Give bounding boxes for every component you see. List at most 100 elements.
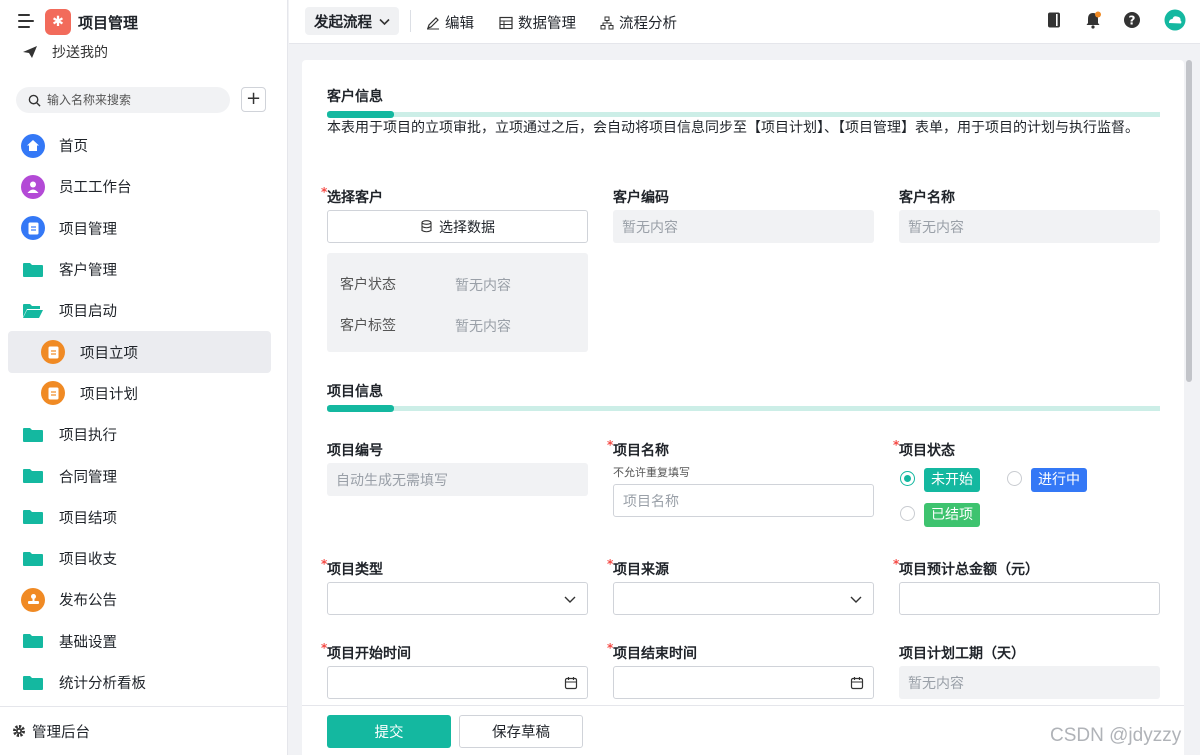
sidebar-item-project-start[interactable]: 项目启动 [0,290,288,331]
project-end-date-picker[interactable] [613,666,874,699]
status-radio-in-progress[interactable] [1007,471,1022,486]
add-button[interactable]: + [241,87,266,112]
calendar-icon [850,677,864,690]
flow-analysis-label: 流程分析 [619,16,677,32]
sidebar-item-home[interactable]: 首页 [0,125,288,166]
submit-button[interactable]: 提交 [327,715,451,748]
app-title: 项目管理 [78,14,139,32]
customer-code-field: 暂无内容 [613,210,874,243]
sidebar-item-label: 项目计划 [80,386,138,403]
cc-me-label: 抄送我的 [52,45,108,61]
project-source-label: * 项目来源 [607,557,669,578]
menu-toggle-icon[interactable] [18,14,34,28]
save-draft-button[interactable]: 保存草稿 [459,715,583,748]
sidebar-item-label: 项目启动 [59,304,117,321]
project-number-field: 自动生成无需填写 [327,463,588,496]
sidebar-item-label: 合同管理 [59,469,117,486]
top-toolbar: 发起流程 编辑 数据管理 流程分析 ? [289,0,1200,44]
project-source-select[interactable] [613,582,874,615]
document-icon [21,216,45,241]
table-icon [499,16,513,29]
sidebar-item-workbench[interactable]: 员工工作台 [0,166,288,207]
database-icon [421,220,432,233]
avatar[interactable] [1164,9,1186,31]
sidebar-item-project-management[interactable]: 项目管理 [0,208,288,249]
sidebar-item-label: 客户管理 [59,263,117,280]
customer-status-label: 客户状态 [340,277,396,293]
person-icon [21,174,45,199]
project-duration-field: 暂无内容 [899,666,1160,699]
sidebar-item-label: 统计分析看板 [59,676,146,692]
sidebar-item-contract-management[interactable]: 合同管理 [0,455,288,496]
folder-icon [23,469,43,484]
project-type-select[interactable] [327,582,588,615]
status-tag-not-started[interactable]: 未开始 [924,468,980,492]
customer-code-label: 客户编码 [613,190,669,206]
select-data-button[interactable]: 选择数据 [327,210,588,243]
document-icon [41,381,65,406]
sidebar-item-project-approval[interactable]: 项目立项 [8,331,271,373]
status-tag-in-progress[interactable]: 进行中 [1031,468,1087,492]
sidebar-item-label: 项目立项 [80,345,138,362]
sidebar-item-customer-management[interactable]: 客户管理 [0,249,288,290]
chevron-down-icon [379,18,390,25]
project-name-input[interactable]: 项目名称 [613,484,874,517]
customer-status-value: 暂无内容 [455,278,511,294]
vertical-scrollbar[interactable] [1186,60,1192,382]
sidebar-item-project-plan[interactable]: 项目计划 [0,373,288,414]
search-icon [28,94,41,107]
sidebar-item-label: 项目结项 [59,510,117,527]
start-process-label: 发起流程 [314,14,372,31]
status-tag-closed[interactable]: 已结项 [924,503,980,527]
bell-icon[interactable] [1083,10,1103,30]
edit-label: 编辑 [445,16,474,32]
project-duration-label: 项目计划工期（天） [899,646,1025,662]
flow-analysis-button[interactable]: 流程分析 [600,12,677,33]
sidebar-nav: 首页 员工工作台 项目管理 客户管理 项目启动 项目立项 项目计划 项目执行 合… [0,125,288,703]
app-logo-icon: ✱ [45,9,71,35]
edit-button[interactable]: 编辑 [426,12,474,33]
status-radio-not-started[interactable] [900,471,915,486]
cc-me-item[interactable]: 抄送我的 [22,42,108,62]
notebook-icon[interactable] [1044,10,1064,30]
project-section-divider [327,405,1160,412]
project-section-title: 项目信息 [327,384,383,400]
customer-name-label: 客户名称 [899,190,955,206]
sidebar-item-basic-settings[interactable]: 基础设置 [0,621,288,662]
folder-icon [23,551,43,566]
admin-console-label: 管理后台 [32,724,90,741]
customer-section-title: 客户信息 [327,89,383,105]
sidebar-item-label: 项目收支 [59,552,117,569]
project-type-label: * 项目类型 [321,557,383,578]
sidebar-item-announcement[interactable]: 发布公告 [0,579,288,620]
calendar-icon [564,677,578,690]
sidebar-item-label: 发布公告 [59,593,117,610]
customer-section-divider [327,111,1160,118]
start-process-button[interactable]: 发起流程 [305,7,399,35]
select-customer-label: * 选择客户 [321,185,383,206]
watermark: CSDN @jdyzzy [1050,725,1182,746]
help-icon[interactable]: ? [1122,10,1142,30]
sidebar-item-project-closure[interactable]: 项目结项 [0,497,288,538]
svg-text:?: ? [1129,14,1136,28]
form-description: 本表用于项目的立项审批，立项通过之后，会自动将项目信息同步至【项目计划】、【项目… [327,120,1139,136]
search-input[interactable] [47,93,217,107]
project-start-date-picker[interactable] [327,666,588,699]
status-radio-closed[interactable] [900,506,915,521]
sidebar-item-label: 项目管理 [59,221,117,238]
project-status-label: * 项目状态 [893,438,955,459]
document-icon [41,340,65,365]
home-icon [21,133,45,158]
sidebar-item-analytics-dashboard[interactable]: 统计分析看板 [0,662,288,703]
data-management-button[interactable]: 数据管理 [499,12,576,33]
plus-icon: + [245,88,262,109]
customer-name-field: 暂无内容 [899,210,1160,243]
project-budget-input[interactable] [899,582,1160,615]
sidebar-item-project-finance[interactable]: 项目收支 [0,538,288,579]
search-box [16,87,230,113]
sidebar-item-project-execution[interactable]: 项目执行 [0,414,288,455]
customer-detail-panel: 客户状态 暂无内容 客户标签 暂无内容 [327,253,588,352]
customer-tag-label: 客户标签 [340,318,396,334]
admin-console-link[interactable]: 管理后台 [0,706,288,755]
pencil-icon [427,16,439,29]
